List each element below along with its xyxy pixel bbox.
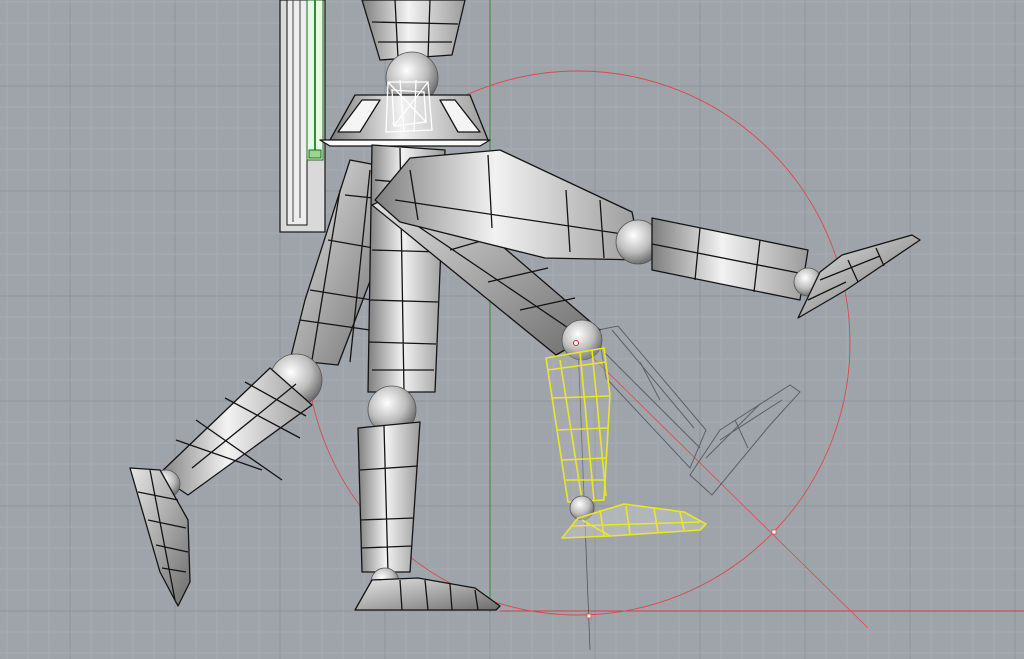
lower-leg-back[interactable] xyxy=(157,367,313,496)
foot-standing[interactable] xyxy=(354,577,501,611)
lower-leg-raised[interactable] xyxy=(651,217,809,301)
backpack-panel[interactable] xyxy=(279,0,326,233)
lower-leg-standing[interactable] xyxy=(357,421,421,573)
viewport-canvas[interactable] xyxy=(0,0,1024,659)
construction-grid xyxy=(0,0,1024,659)
lower-leg-selected[interactable] xyxy=(545,340,611,503)
manipulator-base-grip[interactable] xyxy=(586,613,592,619)
manipulator-grip[interactable] xyxy=(771,529,777,535)
ghost-lower-leg xyxy=(597,325,801,496)
perspective-viewport[interactable] xyxy=(0,0,1024,659)
torso[interactable] xyxy=(361,0,466,105)
